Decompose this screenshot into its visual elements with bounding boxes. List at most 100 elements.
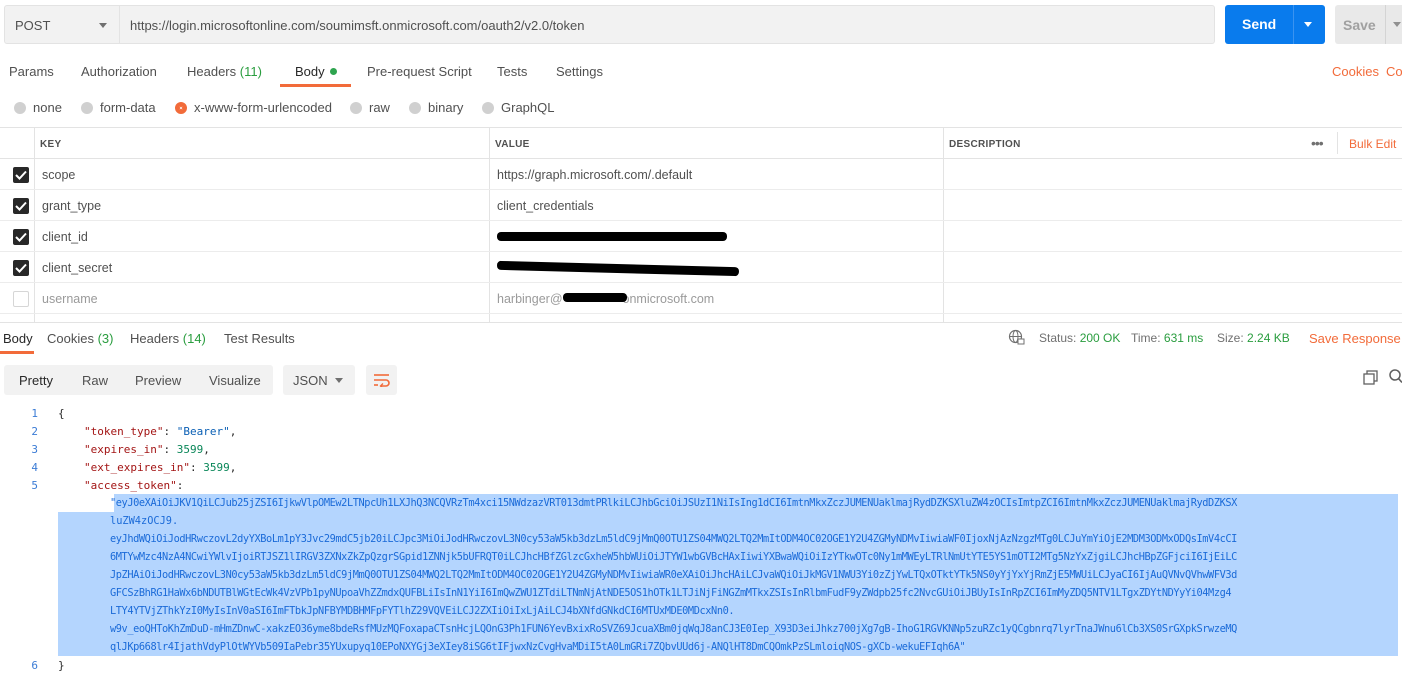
access-token-line: GFCSzBhRG1HaWx6bNDUTBlWGtEcWk4VzVPb1pyNU…	[110, 587, 1232, 599]
save-button[interactable]: Save	[1335, 5, 1402, 44]
response-tabs: Body Cookies (3) Headers (14) Test Resul…	[0, 323, 1402, 355]
column-header-key: KEY	[40, 139, 62, 150]
globe-lock-icon[interactable]	[1008, 329, 1025, 346]
method-select[interactable]: POST	[4, 5, 120, 44]
tab-body[interactable]: Body	[295, 64, 337, 79]
radio-none[interactable]: none	[14, 100, 62, 115]
row-key[interactable]: grant_type	[42, 199, 101, 213]
tab-settings[interactable]: Settings	[556, 64, 603, 79]
json-line-expires-in: "expires_in": 3599,	[84, 443, 210, 456]
access-token-line: LTY4YTVjZThkYzI0MyIsInV0aSI6ImFTbkJpNFBY…	[110, 605, 735, 617]
json-line-token-type: "token_type": "Bearer",	[84, 425, 237, 438]
line-number: 2	[31, 425, 38, 438]
response-toolbar: Pretty Raw Preview Visualize JSON	[0, 363, 1402, 395]
response-tab-headers-label: Headers	[130, 331, 180, 346]
json-value: 3599	[203, 461, 230, 474]
tab-body-label: Body	[295, 64, 325, 79]
checkmark-icon	[15, 170, 27, 180]
active-tab-indicator	[0, 351, 34, 354]
request-url-bar: POST https://login.microsoftonline.com/s…	[0, 0, 1402, 52]
json-key: "expires_in"	[84, 443, 164, 456]
row-checkbox[interactable]	[13, 291, 29, 307]
json-open-brace: {	[58, 407, 65, 420]
view-preview-button[interactable]: Preview	[135, 373, 181, 388]
radio-circle-icon	[409, 102, 421, 114]
row-key[interactable]: client_secret	[42, 261, 112, 275]
radio-urlencoded-label: x-www-form-urlencoded	[194, 100, 332, 115]
save-label: Save	[1343, 17, 1376, 33]
tab-headers-label: Headers	[187, 64, 237, 79]
line-number: 6	[31, 659, 38, 672]
row-value-suffix: onmicrosoft.com	[622, 292, 715, 306]
row-value[interactable]: https://graph.microsoft.com/.default	[497, 168, 692, 182]
row-checkbox[interactable]	[13, 167, 29, 183]
format-select[interactable]: JSON	[283, 365, 355, 395]
cookies-link[interactable]: Cookies	[1332, 64, 1379, 79]
json-value: 3599	[176, 443, 204, 456]
copy-icon[interactable]	[1363, 370, 1378, 385]
response-body-viewer[interactable]: 1 2 3 4 5 6 { "token_type": "Bearer", "e…	[0, 404, 1402, 683]
send-button[interactable]: Send	[1225, 5, 1325, 44]
access-token-line: JpZHAiOiJodHRwczovL3N0cy53aW5kb3dzLm5ldC…	[110, 569, 1237, 581]
radio-raw[interactable]: raw	[350, 100, 390, 115]
search-icon[interactable]	[1388, 369, 1402, 384]
radio-form-data-label: form-data	[100, 100, 156, 115]
chevron-down-icon	[99, 23, 107, 28]
chevron-down-icon[interactable]	[1393, 22, 1401, 27]
table-row: scope https://graph.microsoft.com/.defau…	[0, 159, 1402, 190]
method-label: POST	[15, 18, 51, 33]
send-label: Send	[1242, 16, 1277, 32]
table-header: KEY VALUE DESCRIPTION ••• Bulk Edit	[0, 128, 1402, 159]
json-key: "token_type"	[84, 425, 164, 438]
radio-form-data[interactable]: form-data	[81, 100, 156, 115]
row-key[interactable]: scope	[42, 168, 75, 182]
radio-circle-icon	[350, 102, 362, 114]
row-key[interactable]: client_id	[42, 230, 88, 244]
row-checkbox[interactable]	[13, 260, 29, 276]
url-input[interactable]: https://login.microsoftonline.com/soumim…	[120, 5, 1215, 44]
more-options-icon[interactable]: •••	[1311, 135, 1324, 151]
table-row: grant_type client_credentials	[0, 190, 1402, 221]
format-label: JSON	[293, 373, 328, 388]
radio-graphql[interactable]: GraphQL	[482, 100, 554, 115]
table-row: client_id	[0, 221, 1402, 252]
url-text: https://login.microsoftonline.com/soumim…	[130, 18, 585, 33]
response-tab-cookies[interactable]: Cookies (3)	[47, 331, 113, 346]
checkmark-icon	[15, 263, 27, 273]
tab-prerequest-script[interactable]: Pre-request Script	[367, 64, 472, 79]
radio-binary[interactable]: binary	[409, 100, 463, 115]
status-label: Status:	[1039, 331, 1077, 345]
view-raw-button[interactable]: Raw	[82, 373, 108, 388]
size-label: Size:	[1217, 331, 1244, 345]
save-response-button[interactable]: Save Response	[1309, 331, 1401, 346]
tab-tests[interactable]: Tests	[497, 64, 527, 79]
tab-params[interactable]: Params	[9, 64, 54, 79]
radio-raw-label: raw	[369, 100, 390, 115]
response-tab-headers[interactable]: Headers (14)	[130, 331, 206, 346]
row-key[interactable]: username	[42, 292, 98, 306]
response-tab-cookies-label: Cookies	[47, 331, 94, 346]
bulk-edit-link[interactable]: Bulk Edit	[1349, 137, 1396, 151]
json-line-ext-expires-in: "ext_expires_in": 3599,	[84, 461, 237, 474]
body-type-selector: none form-data x-www-form-urlencoded raw…	[0, 94, 1402, 122]
view-pretty-button[interactable]: Pretty	[19, 373, 53, 388]
response-tab-test-results[interactable]: Test Results	[224, 331, 295, 346]
response-tab-body[interactable]: Body	[3, 331, 33, 346]
tab-headers[interactable]: Headers (11)	[187, 64, 262, 79]
radio-urlencoded[interactable]: x-www-form-urlencoded	[175, 100, 332, 115]
radio-circle-icon	[14, 102, 26, 114]
radio-none-label: none	[33, 100, 62, 115]
chevron-down-icon[interactable]	[1304, 22, 1312, 27]
view-visualize-button[interactable]: Visualize	[209, 373, 261, 388]
code-link[interactable]: Co	[1386, 64, 1402, 79]
size-info: Size: 2.24 KB	[1217, 331, 1290, 345]
row-checkbox[interactable]	[13, 198, 29, 214]
checkmark-icon	[15, 201, 27, 211]
row-checkbox[interactable]	[13, 229, 29, 245]
header-divider	[1337, 132, 1338, 154]
access-token-line: w9v_eoQHToKhZmDuD-mHmZDnwC-xakzEO36yme8b…	[110, 623, 1237, 635]
wrap-lines-button[interactable]	[366, 365, 397, 395]
response-tab-headers-count: (14)	[182, 331, 206, 346]
tab-authorization[interactable]: Authorization	[81, 64, 157, 79]
row-value[interactable]: client_credentials	[497, 199, 594, 213]
